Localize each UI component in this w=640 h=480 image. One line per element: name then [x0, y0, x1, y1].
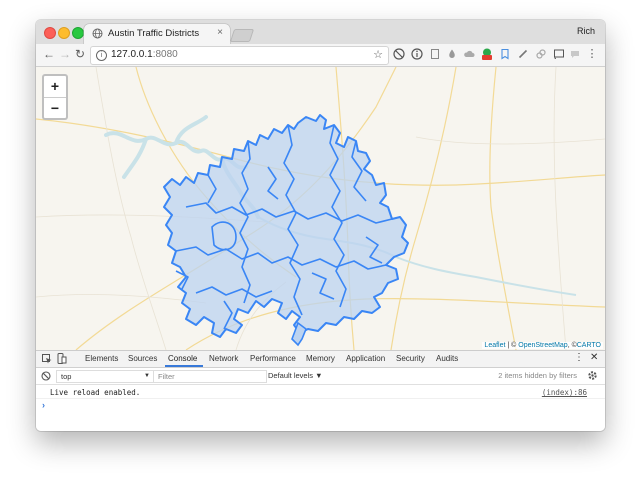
info-extension-icon[interactable] — [411, 48, 423, 60]
console-filter-bar: top ▼ Filter Default levels ▼ 2 items hi… — [36, 368, 605, 385]
devtools-tab-audits[interactable]: Audits — [436, 354, 458, 363]
url-text: 127.0.0.1:8080 — [111, 49, 178, 60]
toggle-off-extension-icon[interactable] — [481, 48, 493, 60]
devtools-tab-memory[interactable]: Memory — [306, 354, 335, 363]
context-selector[interactable]: top ▼ — [56, 370, 154, 383]
bookmark-star-icon[interactable]: ☆ — [373, 48, 383, 61]
devtools-tab-bar: Elements Sources Console Network Perform… — [36, 351, 605, 368]
console-divider — [36, 398, 605, 399]
browser-toolbar: ← → ↻ i 127.0.0.1:8080 ☆ ⋮ — [36, 44, 605, 67]
osm-link[interactable]: OpenStreetMap — [518, 342, 567, 349]
url-host: 127.0.0.1 — [111, 49, 153, 60]
browser-window: Austin Traffic Districts × Rich ← → ↻ i … — [36, 20, 605, 431]
blocker-extension-icon[interactable] — [393, 48, 405, 60]
drop-extension-icon[interactable] — [446, 48, 458, 60]
devtools-tab-network[interactable]: Network — [209, 354, 238, 363]
url-port: :8080 — [152, 49, 178, 60]
gear-icon[interactable] — [587, 370, 598, 381]
tab-close-icon[interactable]: × — [217, 27, 223, 38]
attribution-separator-2: , © — [567, 342, 577, 349]
reload-button[interactable]: ↻ — [75, 47, 85, 61]
cloud-extension-icon[interactable] — [463, 48, 475, 60]
browser-tab[interactable]: Austin Traffic Districts × — [84, 24, 230, 44]
console-prompt[interactable]: › — [42, 400, 45, 410]
log-levels-dropdown[interactable]: Default levels ▼ — [268, 371, 323, 380]
forward-button[interactable]: → — [59, 47, 71, 61]
devtools-tab-sources[interactable]: Sources — [128, 354, 157, 363]
leaflet-link[interactable]: Leaflet — [484, 342, 505, 349]
map-canvas[interactable] — [36, 67, 605, 350]
maximize-window-button[interactable] — [72, 27, 84, 39]
clear-console-icon[interactable] — [41, 371, 51, 381]
inspect-element-icon[interactable] — [42, 354, 52, 364]
carto-link[interactable]: CARTO — [577, 342, 601, 349]
devtools-menu-icon[interactable]: ⋮ — [574, 352, 584, 363]
dropdown-arrow-icon: ▼ — [144, 373, 150, 379]
close-window-button[interactable] — [44, 27, 56, 39]
back-button[interactable]: ← — [43, 47, 55, 61]
cast-icon[interactable] — [553, 48, 565, 60]
tab-title: Austin Traffic Districts — [108, 28, 200, 39]
globe-icon — [92, 28, 103, 39]
console-log-message: Live reload enabled. — [50, 388, 141, 397]
page-extension-icon[interactable] — [429, 48, 441, 60]
devtools-close-icon[interactable]: ✕ — [590, 352, 598, 363]
device-toolbar-icon[interactable] — [57, 353, 67, 365]
title-bar: Austin Traffic Districts × Rich — [36, 20, 605, 44]
attribution-separator: | © — [505, 342, 519, 349]
profile-name[interactable]: Rich — [577, 26, 595, 36]
bookmark-extension-icon[interactable] — [499, 48, 511, 60]
active-tab-indicator — [165, 365, 203, 367]
zoom-in-button[interactable]: + — [44, 76, 66, 98]
console-filter-input[interactable]: Filter — [153, 370, 267, 383]
devtools-tab-security[interactable]: Security — [396, 354, 425, 363]
devtools-tab-elements[interactable]: Elements — [85, 354, 118, 363]
map-view[interactable]: + − Leaflet | © OpenStreetMap, ©CARTO — [36, 67, 605, 350]
zoom-control: + − — [42, 74, 68, 120]
new-tab-button[interactable] — [229, 29, 255, 42]
hidden-items-note: 2 items hidden by filters — [498, 371, 577, 380]
devtools-tab-application[interactable]: Application — [346, 354, 385, 363]
chat-extension-icon[interactable] — [569, 48, 581, 60]
context-value: top — [61, 372, 72, 381]
address-bar[interactable]: i 127.0.0.1:8080 ☆ — [90, 46, 389, 65]
zoom-out-button[interactable]: − — [44, 98, 66, 119]
devtools-panel: Elements Sources Console Network Perform… — [36, 350, 605, 431]
devtools-tab-performance[interactable]: Performance — [250, 354, 296, 363]
menu-kebab-icon[interactable]: ⋮ — [586, 48, 598, 60]
pen-extension-icon[interactable] — [517, 48, 529, 60]
devtools-tab-console[interactable]: Console — [168, 354, 197, 363]
minimize-window-button[interactable] — [58, 27, 70, 39]
map-attribution: Leaflet | © OpenStreetMap, ©CARTO — [482, 342, 603, 349]
info-icon[interactable]: i — [96, 50, 107, 61]
traffic-districts-outline[interactable] — [163, 114, 409, 338]
link-extension-icon[interactable] — [535, 48, 547, 60]
console-log-source-link[interactable]: (index):86 — [542, 388, 587, 397]
